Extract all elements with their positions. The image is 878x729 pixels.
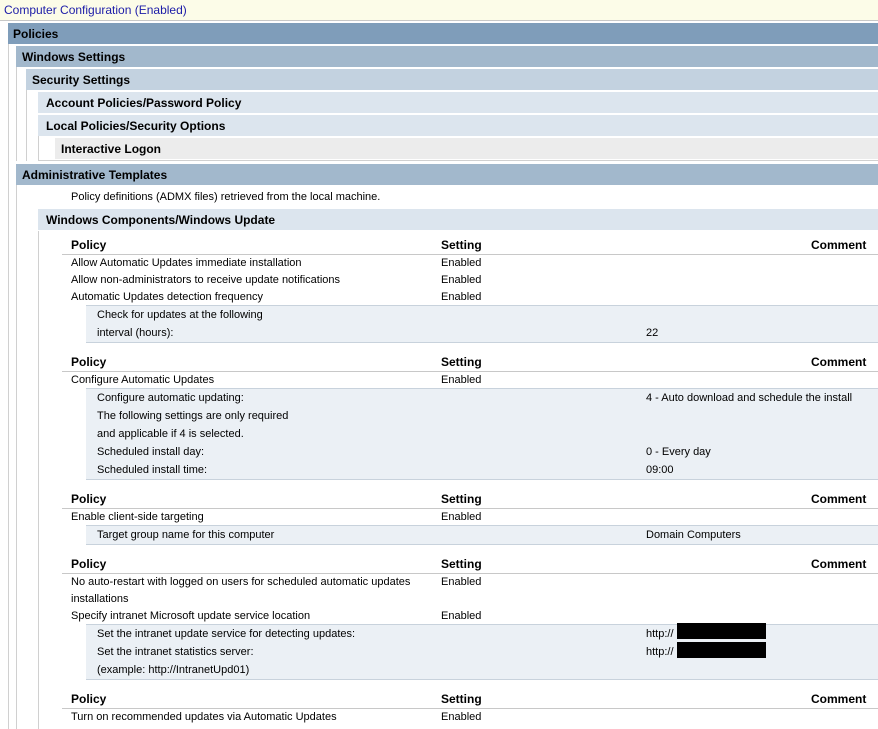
column-header-setting: Setting: [441, 492, 482, 506]
indent-guide: [16, 185, 17, 729]
column-header-setting: Setting: [441, 557, 482, 571]
policy-name: Automatic Updates detection frequency: [71, 291, 264, 303]
column-header-setting: Setting: [441, 355, 482, 369]
column-header-comment: Comment: [811, 355, 867, 369]
header-divider: [62, 371, 878, 372]
detail-value: http://: [646, 628, 674, 640]
column-header-policy: Policy: [71, 692, 107, 706]
detail-label: Set the intranet update service for dete…: [97, 628, 356, 640]
indent-guide: [38, 136, 39, 161]
section-security-settings[interactable]: Security Settings: [26, 69, 878, 90]
policy-name: Configure Automatic Updates: [71, 374, 215, 386]
policy-setting: Enabled: [441, 610, 482, 622]
indent-guide: [16, 67, 17, 161]
redacted-url-block: [677, 623, 766, 639]
column-header-comment: Comment: [811, 492, 867, 506]
policy-setting: Enabled: [441, 274, 482, 286]
section-windows-settings[interactable]: Windows Settings: [16, 46, 878, 67]
policy-name: Enable client-side targeting: [71, 511, 204, 523]
column-header-comment: Comment: [811, 238, 867, 252]
policy-name: Turn on recommended updates via Automati…: [71, 711, 337, 723]
detail-value: 0 - Every day: [646, 446, 711, 458]
column-header-comment: Comment: [811, 692, 867, 706]
admx-note: Policy definitions (ADMX files) retrieve…: [71, 191, 381, 203]
section-administrative-templates[interactable]: Administrative Templates: [16, 164, 878, 185]
detail-label: Set the intranet statistics server:: [97, 646, 254, 658]
detail-label: Scheduled install time:: [97, 464, 208, 476]
policy-setting: Enabled: [441, 374, 482, 386]
section-interactive-logon[interactable]: Interactive Logon: [55, 138, 878, 159]
column-header-comment: Comment: [811, 557, 867, 571]
detail-note: The following settings are only required: [97, 410, 289, 422]
policy-name-continued: installations: [71, 593, 129, 605]
detail-label: Target group name for this computer: [97, 529, 275, 541]
indent-guide: [38, 231, 39, 729]
detail-label: Scheduled install day:: [97, 446, 205, 458]
indent-guide: [26, 90, 27, 161]
section-windows-update[interactable]: Windows Components/Windows Update: [38, 209, 878, 230]
column-header-policy: Policy: [71, 557, 107, 571]
detail-value: http://: [646, 646, 674, 658]
policy-name: No auto-restart with logged on users for…: [71, 576, 411, 588]
section-policies[interactable]: Policies: [8, 23, 878, 44]
indent-guide: [8, 44, 9, 729]
header-divider: [62, 708, 878, 709]
header-divider: [62, 573, 878, 574]
policy-name: Specify intranet Microsoft update servic…: [71, 610, 311, 622]
header-divider: [62, 254, 878, 255]
detail-value: 4 - Auto download and schedule the insta…: [646, 392, 853, 404]
detail-label: Check for updates at the following: [97, 309, 263, 321]
policy-name: Allow non-administrators to receive upda…: [71, 274, 341, 286]
detail-value: 09:00: [646, 464, 674, 476]
detail-value: 22: [646, 327, 659, 339]
policy-setting: Enabled: [441, 511, 482, 523]
header-divider: [62, 508, 878, 509]
column-header-policy: Policy: [71, 355, 107, 369]
page-title[interactable]: Computer Configuration (Enabled): [0, 0, 878, 20]
section-local-policies[interactable]: Local Policies/Security Options: [38, 115, 878, 136]
detail-value: Domain Computers: [646, 529, 741, 541]
policy-setting: Enabled: [441, 576, 482, 588]
policy-name: Allow Automatic Updates immediate instal…: [71, 257, 302, 269]
column-header-setting: Setting: [441, 238, 482, 252]
column-header-setting: Setting: [441, 692, 482, 706]
policy-setting: Enabled: [441, 711, 482, 723]
detail-note: (example: http://IntranetUpd01): [97, 664, 250, 676]
detail-label: Configure automatic updating:: [97, 392, 244, 404]
policy-setting: Enabled: [441, 257, 482, 269]
detail-note: and applicable if 4 is selected.: [97, 428, 244, 440]
detail-label: interval (hours):: [97, 327, 174, 339]
column-header-policy: Policy: [71, 238, 107, 252]
redacted-url-block: [677, 642, 766, 658]
section-account-policies[interactable]: Account Policies/Password Policy: [38, 92, 878, 113]
column-header-policy: Policy: [71, 492, 107, 506]
title-divider: [0, 20, 878, 21]
policy-setting: Enabled: [441, 291, 482, 303]
indent-guide: [38, 160, 878, 161]
